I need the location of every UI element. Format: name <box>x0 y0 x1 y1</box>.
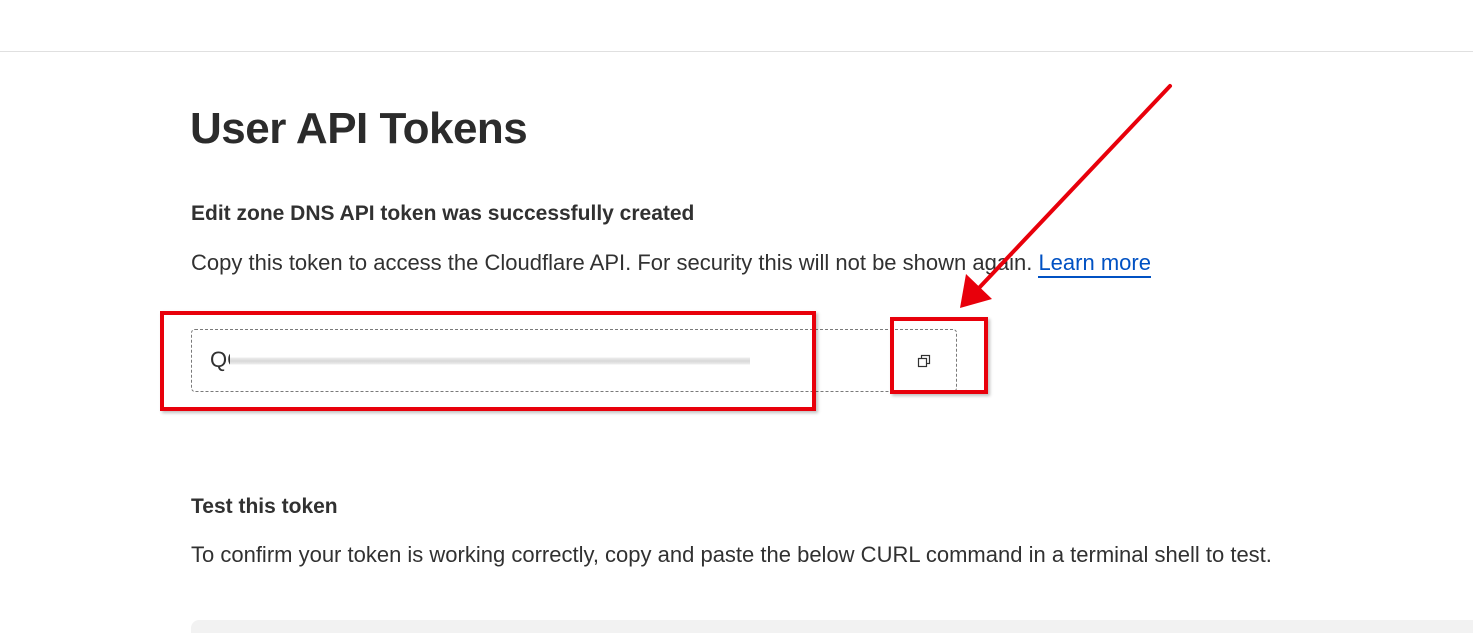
token-created-heading: Edit zone DNS API token was successfully… <box>191 202 695 225</box>
annotation-box-copy <box>890 317 988 394</box>
token-created-description-text: Copy this token to access the Cloudflare… <box>191 250 1033 275</box>
learn-more-link[interactable]: Learn more <box>1038 250 1151 278</box>
header-divider <box>0 51 1473 52</box>
test-token-heading: Test this token <box>191 495 338 518</box>
token-created-description: Copy this token to access the Cloudflare… <box>191 250 1151 278</box>
page: User API Tokens Edit zone DNS API token … <box>0 0 1473 633</box>
annotation-box-token <box>160 311 816 411</box>
page-title: User API Tokens <box>190 104 528 153</box>
test-token-description: To confirm your token is working correct… <box>191 542 1272 567</box>
curl-command-block[interactable] <box>191 620 1473 633</box>
